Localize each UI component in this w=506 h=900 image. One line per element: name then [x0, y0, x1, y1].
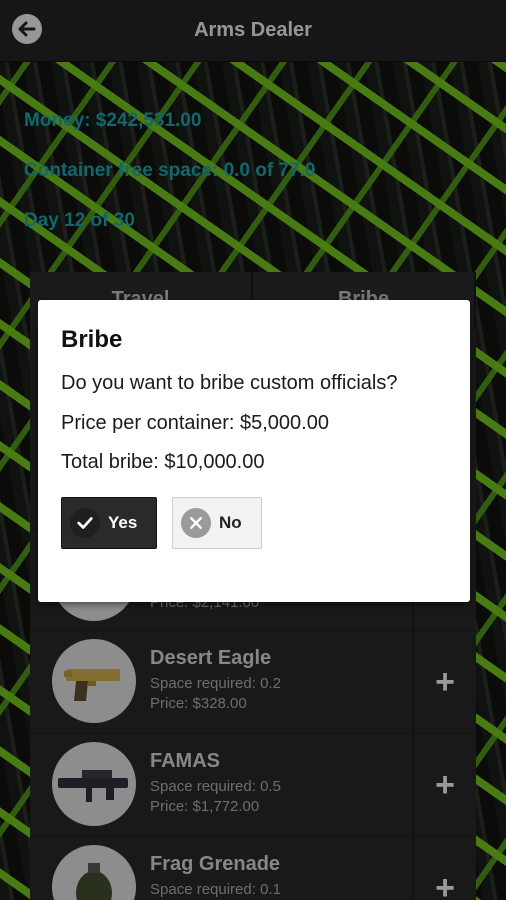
dialog-title: Bribe — [61, 326, 123, 353]
no-button[interactable]: No — [172, 497, 262, 549]
dialog-question: Do you want to bribe custom officials? — [61, 372, 398, 394]
checkmark-icon — [70, 508, 100, 538]
no-label: No — [219, 513, 242, 532]
yes-button[interactable]: Yes — [61, 497, 157, 549]
price-per-container-text: Price per container: $5,000.00 — [61, 412, 329, 434]
bribe-dialog: Bribe Do you want to bribe custom offici… — [38, 300, 470, 602]
total-bribe-text: Total bribe: $10,000.00 — [61, 451, 265, 473]
yes-label: Yes — [108, 513, 138, 532]
close-icon — [181, 508, 211, 538]
